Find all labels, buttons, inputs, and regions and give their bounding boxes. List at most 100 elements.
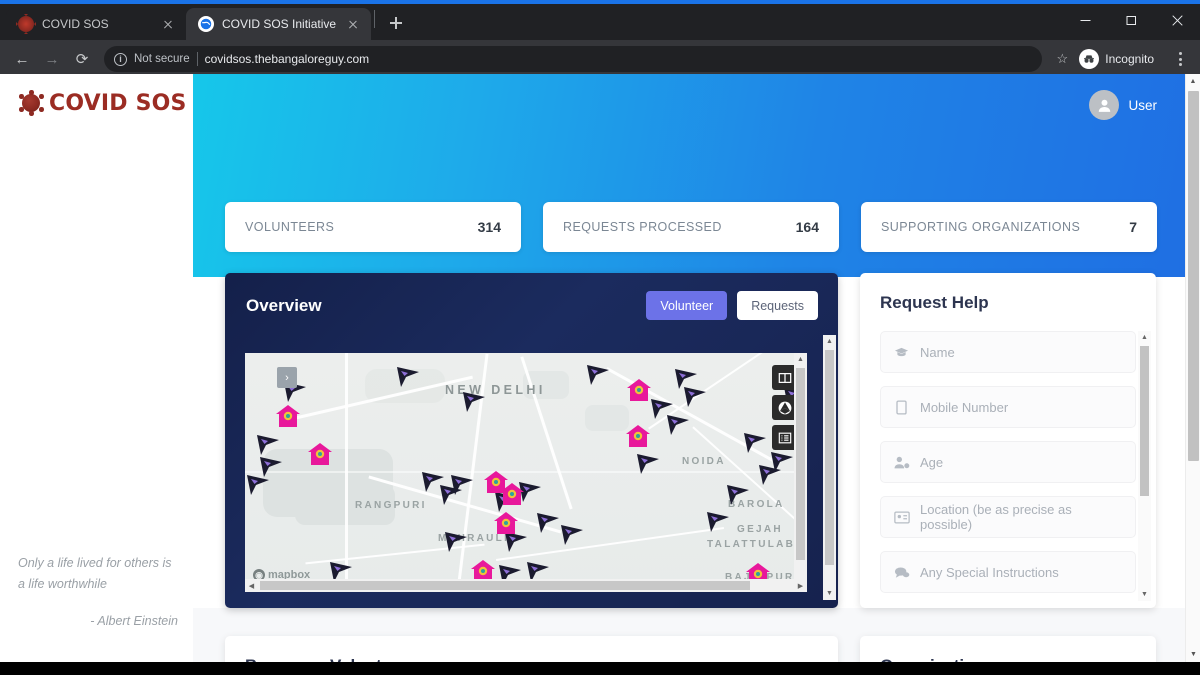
map-arrow-marker[interactable] bbox=[742, 429, 768, 455]
become-volunteer-title: Become a Volunteer bbox=[225, 636, 838, 662]
quote-text: Only a life lived for others is a life w… bbox=[18, 556, 172, 591]
close-icon[interactable] bbox=[345, 16, 361, 32]
page-viewport: COVID SOS Only a life lived for others i… bbox=[0, 74, 1200, 662]
url-text: covidsos.thebangaloreguy.com bbox=[204, 52, 370, 66]
scroll-down-icon[interactable]: ▼ bbox=[823, 587, 836, 600]
chat-bubble-icon bbox=[893, 565, 910, 579]
scroll-up-icon[interactable]: ▲ bbox=[823, 335, 836, 348]
overview-toggle-group: Volunteer Requests bbox=[646, 291, 818, 320]
avatar bbox=[1089, 90, 1120, 120]
screen-bottom-bar bbox=[0, 662, 1200, 675]
request-help-scrollbar[interactable]: ▲ ▼ bbox=[1138, 331, 1151, 601]
scroll-thumb[interactable] bbox=[825, 350, 834, 565]
map-house-marker[interactable] bbox=[499, 481, 525, 507]
window-controls bbox=[1062, 4, 1200, 36]
age-field[interactable]: Age bbox=[880, 441, 1136, 483]
request-help-card: Request Help Name Mobile Number Age Loca… bbox=[860, 273, 1156, 608]
overview-scrollbar[interactable]: ▲ ▼ bbox=[823, 335, 836, 600]
stat-label: VOLUNTEERS bbox=[245, 220, 335, 234]
scroll-thumb[interactable] bbox=[796, 368, 805, 560]
map-arrow-marker[interactable] bbox=[443, 528, 469, 554]
map-arrow-marker[interactable] bbox=[725, 481, 751, 507]
tab-covid-sos[interactable]: COVID SOS bbox=[6, 8, 186, 40]
map-horizontal-scrollbar[interactable]: ◀ ▶ bbox=[245, 579, 807, 592]
kebab-menu-icon[interactable] bbox=[1168, 46, 1192, 72]
scroll-up-icon[interactable]: ▲ bbox=[1138, 331, 1151, 344]
info-circle-icon: i bbox=[114, 52, 127, 66]
mobile-number-field[interactable]: Mobile Number bbox=[880, 386, 1136, 428]
browser-toolbar: ← → ⟳ i Not secure covidsos.thebangalore… bbox=[0, 40, 1200, 78]
reload-icon[interactable]: ⟳ bbox=[68, 45, 96, 73]
tab-divider bbox=[374, 10, 375, 28]
map-house-marker[interactable] bbox=[626, 377, 652, 403]
special-instructions-field[interactable]: Any Special Instructions bbox=[880, 551, 1136, 593]
scroll-up-icon[interactable]: ▲ bbox=[794, 353, 807, 366]
map-arrow-marker[interactable] bbox=[449, 471, 475, 497]
back-arrow-icon[interactable]: ← bbox=[8, 45, 36, 73]
map-label: TALATTULABAD bbox=[707, 539, 807, 550]
stat-card-volunteers[interactable]: VOLUNTEERS 314 bbox=[225, 202, 521, 252]
minimize-icon[interactable] bbox=[1062, 4, 1108, 36]
new-tab-button[interactable] bbox=[382, 9, 410, 37]
close-icon[interactable] bbox=[160, 16, 176, 32]
covid-virus-icon bbox=[16, 14, 36, 34]
name-field[interactable]: Name bbox=[880, 331, 1136, 373]
map-arrow-marker[interactable] bbox=[769, 448, 795, 474]
omnibox-divider bbox=[196, 52, 198, 66]
coronavirus-icon bbox=[18, 90, 44, 116]
chevron-right-icon[interactable]: › bbox=[277, 367, 297, 388]
scroll-right-icon[interactable]: ▶ bbox=[794, 579, 807, 592]
incognito-icon bbox=[1079, 49, 1100, 69]
stat-value: 314 bbox=[477, 219, 501, 235]
scroll-thumb[interactable] bbox=[1140, 346, 1149, 496]
map-arrow-marker[interactable] bbox=[395, 363, 421, 389]
map-arrow-marker[interactable] bbox=[535, 509, 561, 535]
location-field[interactable]: Location (be as precise as possible) bbox=[880, 496, 1136, 538]
page-content: COVID SOS Only a life lived for others i… bbox=[0, 74, 1185, 662]
scroll-down-icon[interactable]: ▼ bbox=[1186, 647, 1200, 662]
map-house-marker[interactable] bbox=[307, 441, 333, 467]
scroll-thumb[interactable] bbox=[1188, 91, 1199, 461]
map-arrow-marker[interactable] bbox=[245, 471, 271, 497]
overview-title: Overview bbox=[246, 295, 322, 315]
stat-card-requests-processed[interactable]: REQUESTS PROCESSED 164 bbox=[543, 202, 839, 252]
stat-label: SUPPORTING ORGANIZATIONS bbox=[881, 220, 1081, 234]
incognito-indicator[interactable]: Incognito bbox=[1076, 46, 1164, 72]
tab-title: COVID SOS bbox=[42, 17, 109, 31]
user-menu[interactable]: User bbox=[1089, 90, 1157, 120]
close-icon[interactable] bbox=[1154, 4, 1200, 36]
volunteer-toggle-button[interactable]: Volunteer bbox=[646, 291, 728, 320]
forward-arrow-icon[interactable]: → bbox=[38, 45, 66, 73]
map-arrow-marker[interactable] bbox=[635, 450, 661, 476]
map-arrow-marker[interactable] bbox=[682, 383, 708, 409]
map-arrow-marker[interactable] bbox=[705, 508, 731, 534]
page-scrollbar[interactable]: ▲ ▼ bbox=[1185, 74, 1200, 662]
tab-strip: COVID SOS COVID SOS Initiative - Connect… bbox=[0, 4, 1200, 40]
scroll-up-icon[interactable]: ▲ bbox=[1186, 74, 1200, 89]
logo-text: COVID SOS bbox=[49, 90, 187, 116]
map-house-marker[interactable] bbox=[275, 403, 301, 429]
map-label: NOIDA bbox=[682, 456, 726, 467]
map-container[interactable]: NEW DELHI RANGPURI MEHRAULI NOIDA BAROLA… bbox=[245, 353, 807, 592]
person-add-icon bbox=[893, 455, 910, 470]
tab-covid-sos-initiative[interactable]: COVID SOS Initiative - Connectin bbox=[186, 8, 371, 40]
map-arrow-marker[interactable] bbox=[559, 521, 585, 547]
map-arrow-marker[interactable] bbox=[665, 411, 691, 437]
stat-card-supporting-organizations[interactable]: SUPPORTING ORGANIZATIONS 7 bbox=[861, 202, 1157, 252]
browser-window: COVID SOS COVID SOS Initiative - Connect… bbox=[0, 0, 1200, 675]
map-arrow-marker[interactable] bbox=[461, 388, 487, 414]
incognito-label: Incognito bbox=[1105, 52, 1154, 66]
scroll-left-icon[interactable]: ◀ bbox=[245, 579, 258, 592]
site-logo[interactable]: COVID SOS bbox=[0, 74, 193, 116]
map-vertical-scrollbar[interactable]: ▲ ▼ bbox=[794, 353, 807, 592]
map-arrow-marker[interactable] bbox=[585, 361, 611, 387]
address-bar[interactable]: i Not secure covidsos.thebangaloreguy.co… bbox=[104, 46, 1043, 72]
scroll-down-icon[interactable]: ▼ bbox=[1138, 588, 1151, 601]
requests-toggle-button[interactable]: Requests bbox=[737, 291, 818, 320]
star-icon[interactable]: ☆ bbox=[1050, 47, 1074, 71]
maximize-icon[interactable] bbox=[1108, 4, 1154, 36]
map-house-marker[interactable] bbox=[625, 423, 651, 449]
scroll-thumb[interactable] bbox=[260, 581, 750, 590]
map-house-marker[interactable] bbox=[493, 510, 519, 536]
stats-row: VOLUNTEERS 314 REQUESTS PROCESSED 164 SU… bbox=[225, 202, 1157, 252]
